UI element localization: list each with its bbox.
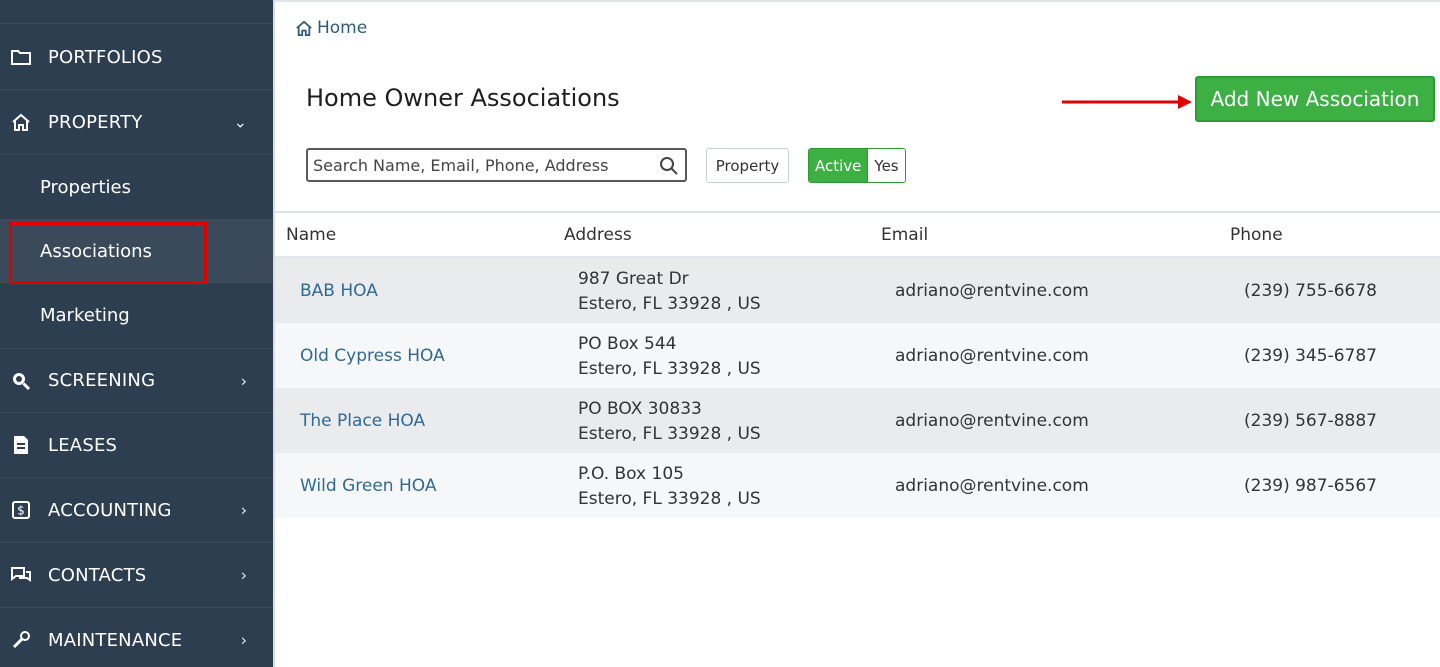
address-line-1: PO Box 544 [578, 334, 677, 354]
sidebar-item-label: PORTFOLIOS [48, 46, 163, 68]
sidebar-subitem-properties[interactable]: Properties [0, 155, 273, 219]
home-icon [295, 20, 313, 36]
annotation-arrow-icon [1062, 95, 1192, 109]
sidebar-item-label: MAINTENANCE [48, 629, 183, 651]
email-cell: adriano@rentvine.com [895, 280, 1089, 301]
table-row[interactable]: Wild Green HOA P.O. Box 105 Estero, FL 3… [275, 453, 1440, 518]
chevron-right-icon: › [240, 565, 247, 585]
address-line-2: Estero, FL 33928 , US [578, 294, 761, 314]
address-line-1: 987 Great Dr [578, 269, 689, 289]
search-input[interactable] [313, 155, 653, 175]
sidebar-item-contacts[interactable]: CONTACTS › [0, 543, 273, 608]
phone-cell: (239) 755-6678 [1244, 280, 1377, 301]
sidebar-item-maintenance[interactable]: MAINTENANCE › [0, 608, 273, 667]
column-header-phone[interactable]: Phone [1230, 225, 1283, 245]
table-row[interactable]: BAB HOA 987 Great Dr Estero, FL 33928 , … [275, 258, 1440, 323]
associations-table: Name Address Email Phone BAB HOA 987 Gre… [275, 211, 1440, 518]
address-line-1: P.O. Box 105 [578, 464, 684, 484]
sidebar-item-property[interactable]: PROPERTY ⌄ [0, 90, 273, 155]
wrench-icon [10, 629, 32, 651]
association-name-link[interactable]: The Place HOA [300, 411, 425, 431]
address-cell: PO BOX 30833 Estero, FL 33928 , US [578, 397, 761, 447]
column-header-email[interactable]: Email [881, 225, 928, 245]
address-cell: 987 Great Dr Estero, FL 33928 , US [578, 267, 761, 317]
sidebar-item-label: CONTACTS [48, 564, 147, 586]
search-icon[interactable] [659, 156, 679, 180]
association-name-link[interactable]: Wild Green HOA [300, 476, 436, 496]
chevron-down-icon: ⌄ [233, 112, 247, 132]
email-cell: adriano@rentvine.com [895, 410, 1089, 431]
sidebar-item-accounting[interactable]: $ ACCOUNTING › [0, 478, 273, 543]
sidebar-subitem-marketing[interactable]: Marketing [0, 283, 273, 347]
property-filter-button[interactable]: Property [706, 148, 789, 183]
sidebar-subitem-label: Properties [40, 176, 131, 198]
search-magnify-icon [10, 370, 32, 392]
chevron-right-icon: › [240, 500, 247, 520]
add-new-association-button[interactable]: Add New Association [1195, 76, 1435, 122]
address-cell: PO Box 544 Estero, FL 33928 , US [578, 332, 761, 382]
email-cell: adriano@rentvine.com [895, 345, 1089, 366]
chat-icon [10, 564, 32, 586]
phone-cell: (239) 987-6567 [1244, 475, 1377, 496]
annotation-highlight-box [9, 222, 207, 284]
phone-cell: (239) 567-8887 [1244, 410, 1377, 431]
phone-cell: (239) 345-6787 [1244, 345, 1377, 366]
document-icon [10, 434, 32, 456]
main-content: Home Home Owner Associations Add New Ass… [273, 0, 1440, 667]
home-icon [10, 111, 32, 133]
address-line-2: Estero, FL 33928 , US [578, 359, 761, 379]
email-cell: adriano@rentvine.com [895, 475, 1089, 496]
active-filter-toggle[interactable]: Active Yes [808, 148, 906, 183]
search-box [306, 148, 687, 182]
sidebar-item-label: LEASES [48, 434, 118, 456]
folder-icon [10, 46, 32, 68]
active-filter-label[interactable]: Active [809, 149, 868, 182]
active-filter-value[interactable]: Yes [867, 149, 905, 182]
sidebar-item-screening[interactable]: SCREENING › [0, 348, 273, 413]
dollar-icon: $ [10, 499, 32, 521]
sidebar-subitem-label: Marketing [40, 304, 130, 326]
top-divider [275, 0, 1440, 2]
address-cell: P.O. Box 105 Estero, FL 33928 , US [578, 462, 761, 512]
breadcrumb-label: Home [317, 18, 368, 38]
sidebar-item-leases[interactable]: LEASES [0, 413, 273, 478]
association-name-link[interactable]: Old Cypress HOA [300, 346, 445, 366]
sidebar: PORTFOLIOS PROPERTY ⌄ Properties Associa… [0, 0, 273, 667]
association-name-link[interactable]: BAB HOA [300, 281, 378, 301]
sidebar-item-label: PROPERTY [48, 111, 143, 133]
table-row[interactable]: The Place HOA PO BOX 30833 Estero, FL 33… [275, 388, 1440, 453]
chevron-right-icon: › [240, 371, 247, 390]
sidebar-top-strip [0, 0, 273, 24]
sidebar-item-portfolios[interactable]: PORTFOLIOS [0, 25, 273, 90]
chevron-right-icon: › [240, 630, 247, 650]
breadcrumb[interactable]: Home [295, 18, 367, 38]
table-row[interactable]: Old Cypress HOA PO Box 544 Estero, FL 33… [275, 323, 1440, 388]
table-header: Name Address Email Phone [275, 211, 1440, 258]
address-line-2: Estero, FL 33928 , US [578, 489, 761, 509]
svg-text:$: $ [17, 504, 25, 518]
column-header-name[interactable]: Name [286, 225, 336, 245]
address-line-2: Estero, FL 33928 , US [578, 424, 761, 444]
address-line-1: PO BOX 30833 [578, 399, 702, 419]
sidebar-item-label: ACCOUNTING [48, 499, 172, 521]
page-title: Home Owner Associations [306, 84, 620, 112]
column-header-address[interactable]: Address [564, 225, 632, 245]
sidebar-item-label: SCREENING [48, 370, 156, 391]
